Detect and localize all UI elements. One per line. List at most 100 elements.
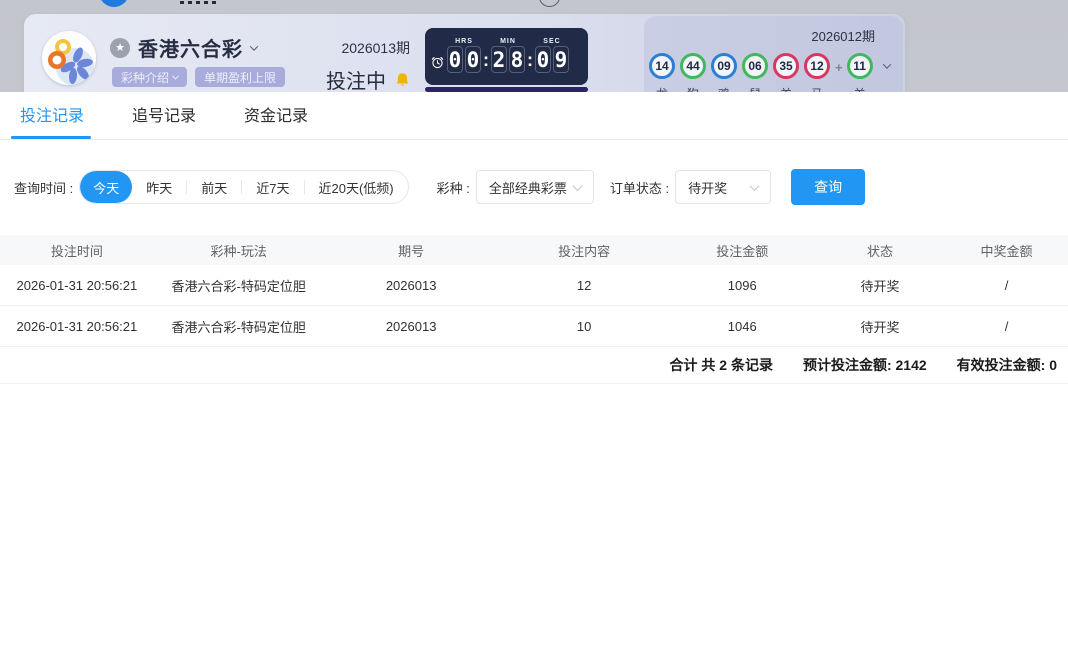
cell-bet-time: 2026-01-31 20:56:21 <box>0 319 154 334</box>
column-header-period: 期号 <box>324 241 499 260</box>
lottery-name[interactable]: 香港六合彩 <box>138 33 243 62</box>
betting-status: 投注中 <box>326 65 386 92</box>
lottery-intro-label: 彩种介绍 <box>121 69 169 86</box>
timer-digit: 0 <box>447 46 463 73</box>
cell-period: 2026013 <box>324 319 499 334</box>
plus-sign: + <box>835 60 843 75</box>
ball-number: 35 <box>773 53 799 79</box>
column-header-bet-amount: 投注金额 <box>670 241 815 260</box>
draw-ball: 44 狗 <box>680 53 706 92</box>
column-header-status: 状态 <box>815 241 945 260</box>
ball-zodiac: 狗 <box>687 85 699 92</box>
chevron-down-icon <box>750 181 760 191</box>
time-option-day-before[interactable]: 前天 <box>187 171 241 203</box>
summary-total: 合计 共 2 条记录 <box>669 355 772 375</box>
cell-lottery-playtype: 香港六合彩-特码定位胆 <box>154 317 324 336</box>
table-row: 2026-01-31 20:56:21香港六合彩-特码定位胆2026013121… <box>0 265 1068 306</box>
ball-number: 44 <box>680 53 706 79</box>
minutes-label: MIN <box>500 38 516 45</box>
period-status-block: 2026013期 投注中 <box>286 38 410 92</box>
tab-chase-records[interactable]: 追号记录 <box>132 102 196 139</box>
draw-balls-row: 14龙44狗09鸡06鼠35羊12马+11羊 <box>649 53 890 92</box>
draw-ball: 14 龙 <box>649 53 675 92</box>
cell-bet-content: 10 <box>499 319 670 334</box>
lottery-intro-button[interactable]: 彩种介绍 <box>112 67 187 87</box>
timer-colon: : <box>527 50 533 71</box>
time-option-last-20-days[interactable]: 近20天(低频) <box>305 171 408 203</box>
ball-zodiac: 龙 <box>656 85 668 92</box>
timer-seconds-group: SEC 09 <box>534 38 570 73</box>
cell-bet-amount: 1096 <box>670 278 815 293</box>
cell-prize-amount: / <box>945 278 1068 293</box>
column-header-prize-amount: 中奖金额 <box>945 241 1068 260</box>
timer-digit: 0 <box>535 46 551 73</box>
cell-bet-content: 12 <box>499 278 670 293</box>
chevron-down-icon <box>172 72 179 79</box>
filter-bar: 查询时间 : 今天昨天前天近7天近20天(低频) 彩种 : 全部经典彩票 订单状… <box>0 169 1068 205</box>
cell-bet-amount: 1046 <box>670 319 815 334</box>
summary-row: 合计 共 2 条记录 预计投注金额: 2142 有效投注金额: 0 <box>0 347 1068 384</box>
hours-digits: 00 <box>446 46 482 73</box>
timer-hours-group: HRS 00 <box>446 38 482 73</box>
ball-zodiac: 羊 <box>854 85 866 92</box>
ball-number: 06 <box>742 53 768 79</box>
time-option-yesterday[interactable]: 昨天 <box>132 171 186 203</box>
profit-cap-button[interactable]: 单期盈利上限 <box>195 67 285 87</box>
ball-number: 09 <box>711 53 737 79</box>
column-header-bet-content: 投注内容 <box>499 241 670 260</box>
ball-zodiac: 鼠 <box>749 85 761 92</box>
tabs: 投注记录 追号记录 资金记录 <box>0 92 1068 140</box>
time-filter-group: 今天昨天前天近7天近20天(低频) <box>79 170 408 204</box>
summary-expected: 预计投注金额: 2142 <box>803 355 927 375</box>
ball-number: 14 <box>649 53 675 79</box>
alarm-clock-icon <box>431 56 444 69</box>
cell-prize-amount: / <box>945 319 1068 334</box>
timer-minutes-group: MIN 28 <box>490 38 526 73</box>
time-option-last-7-days[interactable]: 近7天 <box>242 171 303 203</box>
lottery-header: ★ 香港六合彩 彩种介绍 单期盈利上限 2026013期 投注中 <box>0 0 1068 92</box>
lottery-pills: 彩种介绍 单期盈利上限 <box>112 67 285 87</box>
current-period: 2026013期 <box>286 38 410 58</box>
order-status-select[interactable]: 待开奖 <box>675 170 771 204</box>
draw-history-chevron-icon[interactable] <box>882 60 890 68</box>
time-option-today[interactable]: 今天 <box>80 171 132 203</box>
cell-period: 2026013 <box>324 278 499 293</box>
query-button[interactable]: 查询 <box>791 169 865 205</box>
favorite-star-icon[interactable]: ★ <box>110 38 130 58</box>
draw-ball: 06 鼠 <box>742 53 768 92</box>
lottery-filter-label: 彩种 : <box>437 178 470 197</box>
timer-digit: 8 <box>509 46 525 73</box>
page: ★ 香港六合彩 彩种介绍 单期盈利上限 2026013期 投注中 <box>0 0 1068 664</box>
chevron-down-icon <box>572 181 582 191</box>
table-header-row: 投注时间彩种-玩法期号投注内容投注金额状态中奖金额 <box>0 235 1068 265</box>
column-header-bet-time: 投注时间 <box>0 241 154 260</box>
records-table: 投注时间彩种-玩法期号投注内容投注金额状态中奖金额 2026-01-31 20:… <box>0 235 1068 384</box>
timer-digit: 2 <box>491 46 507 73</box>
minutes-digits: 28 <box>490 46 526 73</box>
countdown-timer: HRS 00 : MIN 28 : SEC 09 <box>425 28 588 85</box>
lottery-logo <box>42 31 96 85</box>
column-header-lottery-playtype: 彩种-玩法 <box>154 241 324 260</box>
table-body: 2026-01-31 20:56:21香港六合彩-特码定位胆2026013121… <box>0 265 1068 347</box>
lottery-title-row: ★ 香港六合彩 <box>110 33 257 62</box>
tab-fund-records[interactable]: 资金记录 <box>244 102 308 139</box>
hours-label: HRS <box>455 38 473 45</box>
time-filter-label: 查询时间 : <box>14 178 73 197</box>
bauhinia-balls-graphic <box>42 31 96 85</box>
cell-status: 待开奖 <box>815 276 945 295</box>
draw-ball: 12马 <box>804 53 830 92</box>
tab-bet-records[interactable]: 投注记录 <box>20 102 84 139</box>
summary-valid: 有效投注金额: 0 <box>957 355 1057 375</box>
lottery-header-card: ★ 香港六合彩 彩种介绍 单期盈利上限 2026013期 投注中 <box>24 14 905 92</box>
timer-colon: : <box>483 50 489 71</box>
lottery-select[interactable]: 全部经典彩票 <box>476 170 594 204</box>
lottery-select-value: 全部经典彩票 <box>489 178 567 197</box>
content-panel: 投注记录 追号记录 资金记录 查询时间 : 今天昨天前天近7天近20天(低频) 彩种… <box>0 92 1068 664</box>
table-row: 2026-01-31 20:56:21香港六合彩-特码定位胆2026013101… <box>0 306 1068 347</box>
seconds-label: SEC <box>543 38 560 45</box>
ball-zodiac: 马 <box>811 85 823 92</box>
timer-digit: 9 <box>553 46 569 73</box>
bell-icon[interactable] <box>395 72 410 88</box>
draw-ball: 35羊 <box>773 53 799 92</box>
lottery-chevron-down-icon[interactable] <box>250 42 258 50</box>
